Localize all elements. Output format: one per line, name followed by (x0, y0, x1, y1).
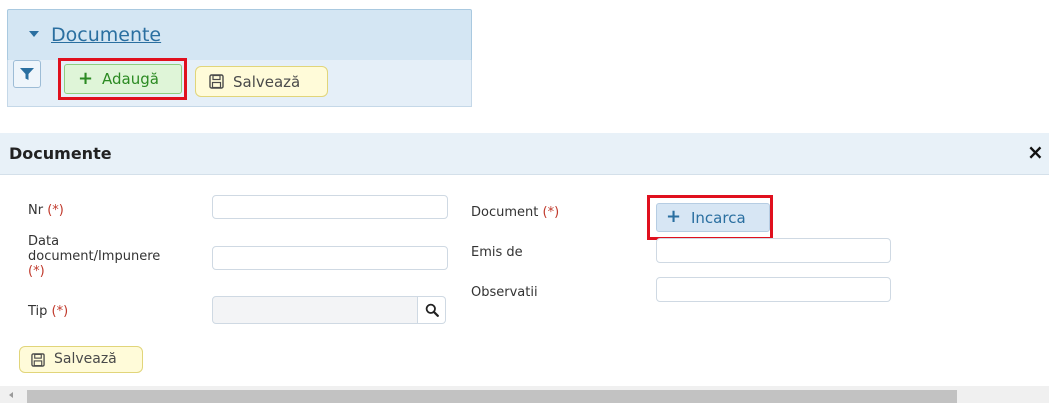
tip-lookup-button[interactable] (418, 296, 446, 324)
tip-input[interactable] (212, 296, 418, 324)
upload-button[interactable]: + Incarca (656, 203, 770, 232)
observatii-label: Observatii (471, 285, 538, 300)
save-button-dialog-label: Salvează (54, 351, 117, 367)
required-marker: (*) (542, 205, 560, 220)
emis-de-label: Emis de (471, 245, 523, 260)
caret-down-icon[interactable] (29, 31, 39, 37)
required-marker: (*) (47, 203, 64, 218)
add-button-label: Adaugă (102, 70, 159, 88)
add-button[interactable]: + Adaugă (64, 64, 182, 94)
filter-button[interactable] (13, 60, 41, 88)
dialog-title: Documente (9, 144, 112, 163)
save-button-dialog[interactable]: Salvează (19, 346, 143, 373)
data-document-label: Data document/Impunere (*) (28, 234, 161, 279)
document-label: Document (*) (471, 205, 560, 220)
data-document-input[interactable] (212, 246, 448, 270)
scroll-left-icon[interactable] (9, 392, 13, 398)
save-icon (209, 74, 224, 89)
observatii-input[interactable] (656, 277, 891, 302)
nr-input[interactable] (212, 195, 448, 219)
dialog-header: Documente × (0, 133, 1049, 175)
panel-header[interactable]: Documente (7, 9, 472, 61)
filter-icon (20, 68, 34, 80)
scrollbar-thumb[interactable] (27, 390, 957, 403)
horizontal-scrollbar[interactable] (0, 386, 1049, 403)
plus-icon: + (78, 68, 94, 89)
tip-label: Tip (*) (28, 304, 69, 319)
emis-de-input[interactable] (656, 238, 891, 263)
save-button-top-label: Salvează (233, 73, 301, 91)
nr-label: Nr (*) (28, 203, 64, 218)
save-button-top[interactable]: Salvează (195, 66, 328, 97)
search-icon (425, 303, 439, 317)
upload-button-label: Incarca (691, 209, 746, 227)
required-marker: (*) (28, 264, 45, 279)
close-icon[interactable]: × (1027, 142, 1044, 162)
save-icon (31, 353, 45, 367)
plus-icon: + (666, 206, 682, 227)
panel-title-link[interactable]: Documente (51, 24, 161, 46)
required-marker: (*) (51, 304, 69, 319)
